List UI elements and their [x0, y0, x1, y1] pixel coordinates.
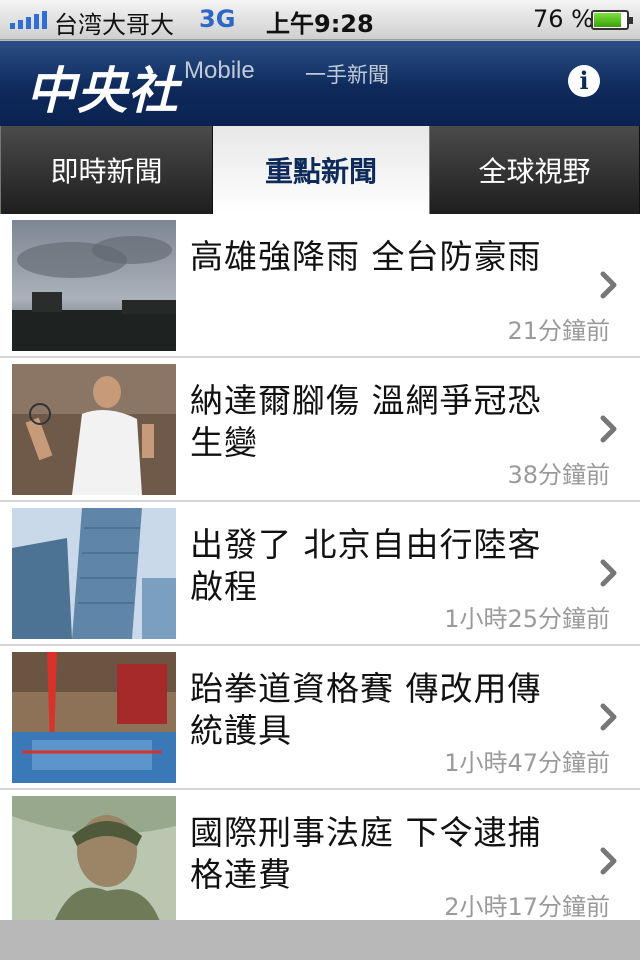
news-item[interactable]: 出發了 北京自由行陸客啟程 1小時25分鐘前 — [0, 502, 640, 646]
status-bar: 台湾大哥大 3G 上午9:28 76 % — [0, 0, 640, 40]
news-timestamp: 38分鐘前 — [507, 461, 610, 489]
news-thumbnail — [12, 220, 176, 351]
tab-bar: 即時新聞 重點新聞 全球視野 — [0, 126, 640, 214]
tab-headline-news[interactable]: 重點新聞 — [213, 126, 429, 214]
news-timestamp: 2小時17分鐘前 — [444, 893, 610, 920]
news-thumbnail — [12, 652, 176, 783]
news-list: 高雄強降雨 全台防豪雨 21分鐘前 納達爾腳傷 溫網爭冠恐生變 38分鐘前 出發… — [0, 214, 640, 920]
news-headline: 出發了 北京自由行陸客啟程 — [190, 525, 542, 606]
app-logo: 中央社 — [26, 62, 179, 120]
app-header: 中央社 Mobile 一手新聞 i — [0, 41, 640, 126]
news-headline: 高雄強降雨 全台防豪雨 — [190, 237, 542, 276]
tab-realtime-news[interactable]: 即時新聞 — [0, 126, 213, 214]
news-headline: 納達爾腳傷 溫網爭冠恐生變 — [190, 381, 542, 462]
chevron-right-icon — [598, 558, 620, 588]
news-thumbnail — [12, 364, 176, 495]
news-item[interactable]: 國際刑事法庭 下令逮捕格達費 2小時17分鐘前 — [0, 790, 640, 920]
news-timestamp: 21分鐘前 — [507, 317, 610, 345]
news-thumbnail — [12, 796, 176, 920]
bottom-bar — [0, 920, 640, 960]
carrier-name: 台湾大哥大 — [54, 11, 174, 39]
chevron-right-icon — [598, 702, 620, 732]
news-item[interactable]: 高雄強降雨 全台防豪雨 21分鐘前 — [0, 214, 640, 358]
signal-strength-icon — [10, 11, 47, 29]
news-thumbnail — [12, 508, 176, 639]
news-headline: 國際刑事法庭 下令逮捕格達費 — [190, 813, 542, 894]
network-type: 3G — [199, 5, 236, 33]
chevron-right-icon — [598, 846, 620, 876]
app-subtitle: Mobile — [184, 57, 255, 84]
info-icon[interactable]: i — [568, 65, 600, 97]
news-timestamp: 1小時25分鐘前 — [444, 605, 610, 633]
news-item[interactable]: 納達爾腳傷 溫網爭冠恐生變 38分鐘前 — [0, 358, 640, 502]
battery-icon — [591, 10, 633, 30]
news-timestamp: 1小時47分鐘前 — [444, 749, 610, 777]
status-time: 上午9:28 — [266, 10, 374, 38]
battery-percent: 76 % — [533, 5, 594, 33]
chevron-right-icon — [598, 414, 620, 444]
tab-global-view[interactable]: 全球視野 — [429, 126, 640, 214]
news-item[interactable]: 跆拳道資格賽 傳改用傳統護具 1小時47分鐘前 — [0, 646, 640, 790]
app-tagline: 一手新聞 — [305, 63, 389, 87]
chevron-right-icon — [598, 270, 620, 300]
news-headline: 跆拳道資格賽 傳改用傳統護具 — [190, 669, 542, 750]
